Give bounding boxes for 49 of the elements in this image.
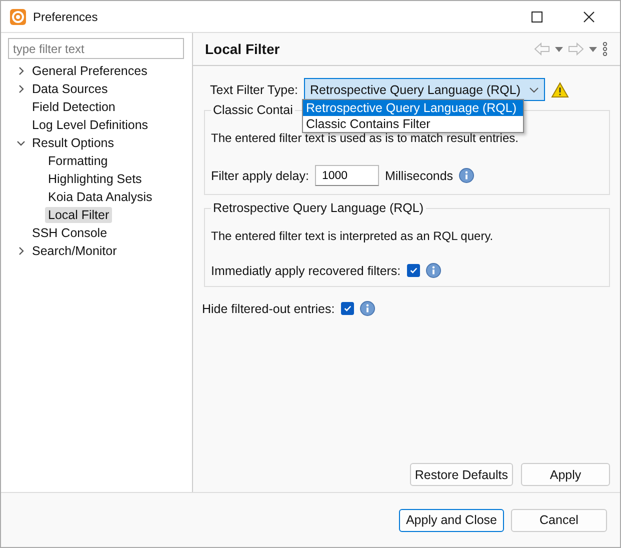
checkmark-icon — [342, 304, 352, 313]
more-menu-icon[interactable] — [602, 42, 608, 56]
filter-field[interactable]: type filter text — [8, 38, 184, 59]
tree-item[interactable]: Highlighting Sets — [45, 171, 145, 187]
tree-item[interactable]: Search/Monitor — [29, 243, 120, 259]
chevron-right-icon[interactable] — [16, 246, 26, 256]
dropdown-caret-icon[interactable] — [555, 46, 563, 52]
filter-type-dropdown[interactable]: Retrospective Query Language (RQL) — [304, 78, 545, 101]
tree-item[interactable]: Local Filter — [45, 207, 112, 223]
dialog-button[interactable]: Cancel — [511, 508, 607, 532]
tree-item[interactable]: Log Level Definitions — [29, 117, 152, 133]
tree-item[interactable]: Field Detection — [29, 99, 118, 115]
tree-item[interactable]: SSH Console — [29, 225, 110, 241]
chevron-right-icon[interactable] — [16, 84, 26, 94]
window-title: Preferences — [33, 10, 98, 24]
field-label: Immediatly apply recovered filters: — [211, 264, 401, 278]
tree-item[interactable]: Data Sources — [29, 81, 111, 97]
checkmark-icon — [408, 266, 418, 275]
dropdown-option[interactable]: Classic Contains Filter — [303, 116, 523, 132]
chevron-right-icon[interactable] — [16, 66, 26, 76]
page-title: Local Filter — [205, 41, 280, 57]
description-text: The entered filter text is used as is to match result entries. — [211, 131, 520, 145]
info-icon — [426, 263, 441, 278]
tree-item[interactable]: Koia Data Analysis — [45, 189, 156, 205]
group-title: Classic Contai — [212, 103, 294, 117]
delay-field[interactable]: 1000 — [314, 165, 379, 186]
page-button[interactable]: Apply — [521, 463, 610, 486]
close-icon[interactable] — [583, 10, 595, 22]
field-label: Hide filtered-out entries: — [202, 302, 335, 316]
chevron-down-icon[interactable] — [16, 138, 26, 148]
checkbox[interactable] — [406, 264, 420, 277]
page-button[interactable]: Restore Defaults — [410, 463, 513, 486]
dropdown-caret-icon[interactable] — [589, 46, 597, 52]
tree-item[interactable]: Result Options — [29, 135, 117, 151]
tree-item[interactable]: Formatting — [45, 153, 111, 169]
tree-item[interactable]: General Preferences — [29, 63, 150, 79]
description-text: The entered filter text is interpreted as an RQL query. — [211, 229, 494, 243]
info-icon — [360, 301, 375, 316]
group-title: Retrospective Query Language (RQL) — [212, 201, 425, 215]
dialog-button[interactable]: Apply and Close — [398, 508, 504, 532]
field-label: Filter apply delay: — [211, 168, 309, 182]
field-label: Text Filter Type: — [210, 82, 298, 96]
unit-label: Milliseconds — [384, 168, 454, 182]
maximize-icon[interactable] — [531, 10, 543, 22]
info-icon — [459, 168, 474, 183]
chevron-down-icon — [528, 86, 539, 92]
app-logo-icon — [9, 8, 27, 26]
checkbox[interactable] — [340, 302, 354, 315]
dropdown-option[interactable]: Retrospective Query Language (RQL) — [303, 100, 523, 116]
